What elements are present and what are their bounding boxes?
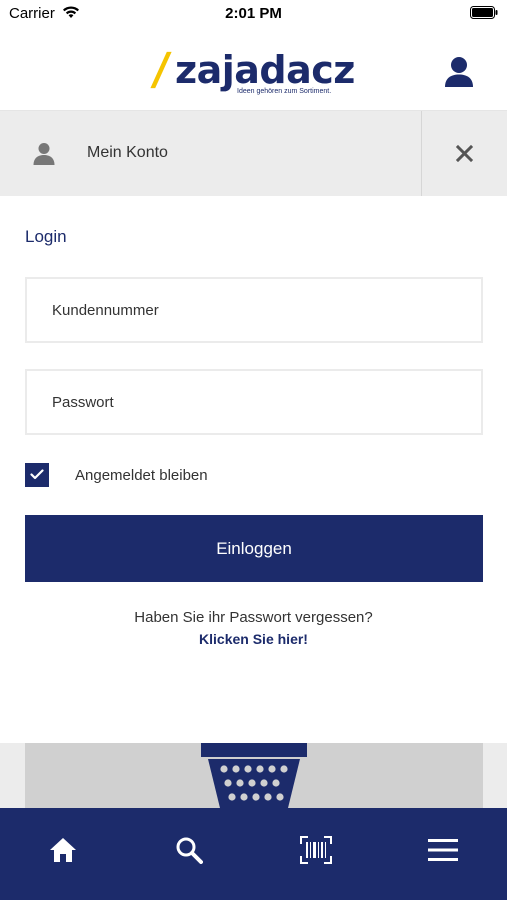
promo-banner[interactable] [25, 743, 483, 808]
close-icon [456, 145, 473, 162]
forgot-password-link[interactable]: Klicken Sie hier! [0, 631, 507, 647]
customer-number-input[interactable] [27, 279, 481, 341]
status-bar: Carrier 2:01 PM [0, 0, 507, 26]
forgot-password-text: Haben Sie ihr Passwort vergessen? [134, 609, 373, 626]
logo-slash: / [149, 44, 173, 95]
account-label: Mein Konto [87, 144, 168, 161]
home-icon [50, 838, 76, 862]
stay-logged-in-label[interactable]: Angemeldet bleiben [75, 467, 208, 484]
status-time: 2:01 PM [225, 5, 282, 22]
customer-number-field[interactable] [25, 277, 483, 343]
password-input[interactable] [27, 371, 481, 433]
login-heading: Login [25, 227, 67, 246]
login-button[interactable]: Einloggen [25, 515, 483, 582]
nav-scan-button[interactable] [253, 808, 379, 900]
checkmark-icon [30, 469, 44, 480]
barcode-scan-icon [300, 836, 332, 864]
bottom-navigation [0, 808, 507, 900]
user-account-icon[interactable] [444, 56, 474, 88]
nav-home-button[interactable] [0, 808, 126, 900]
close-account-button[interactable] [422, 111, 507, 196]
hamburger-menu-icon [428, 839, 458, 861]
nav-search-button[interactable] [126, 808, 252, 900]
battery-icon [470, 6, 498, 24]
zajadacz-logo[interactable]: / zajadacz Ideen gehören zum Sortiment. [149, 44, 358, 98]
person-icon [33, 142, 55, 170]
nav-menu-button[interactable] [380, 808, 506, 900]
app-header: / zajadacz Ideen gehören zum Sortiment. [0, 26, 507, 111]
banner-area [0, 743, 507, 808]
logo-wordmark: zajadacz [175, 48, 355, 92]
account-bar: Mein Konto [0, 111, 507, 196]
logo-tagline: Ideen gehören zum Sortiment. [237, 88, 332, 95]
password-field[interactable] [25, 369, 483, 435]
shopping-basket-icon [201, 743, 307, 808]
stay-logged-in-checkbox[interactable] [25, 463, 49, 487]
search-icon [176, 837, 203, 864]
